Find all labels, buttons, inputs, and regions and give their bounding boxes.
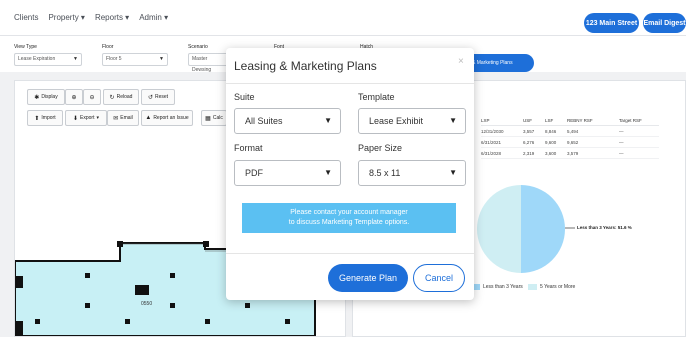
chevron-down-icon: ▼ (159, 56, 164, 62)
info-alert: Please contact your account manager to d… (242, 203, 456, 233)
main-nav: Clients Property ▾ Reports ▾ Admin ▾ (14, 13, 168, 22)
reset-button[interactable]: ↺ Reset (141, 89, 175, 105)
nav-clients[interactable]: Clients (14, 13, 38, 22)
download-icon: ⬇ (73, 115, 79, 122)
format-label: Format (234, 143, 263, 153)
import-button[interactable]: ⬆ Import (27, 110, 63, 126)
zoom-out-icon: ⊖ (89, 94, 95, 101)
reset-icon: ↺ (147, 94, 153, 101)
cancel-button[interactable]: Cancel (413, 264, 465, 292)
zoom-out-button[interactable]: ⊖ (83, 89, 101, 105)
chevron-down-icon: ▼ (449, 168, 457, 177)
close-icon[interactable]: × (458, 56, 464, 67)
chevron-down-icon: ▼ (73, 56, 78, 62)
legend-swatch (528, 284, 537, 290)
info-alert-line: Please contact your account manager (290, 209, 408, 216)
legend-item: Less than 3 Years (471, 284, 523, 290)
upload-icon: ⬆ (34, 115, 40, 122)
nav-admin[interactable]: Admin ▾ (139, 13, 168, 22)
suite-label: 0550 (141, 301, 153, 307)
nav-property[interactable]: Property ▾ (48, 13, 84, 22)
warning-icon: ▲ (145, 115, 152, 121)
view-type-select[interactable]: Lease Expiration ▼ (14, 53, 82, 66)
scenario-select[interactable]: Master Dewsing (188, 53, 228, 73)
floor-label: Floor (102, 44, 114, 50)
top-navbar: Clients Property ▾ Reports ▾ Admin ▾ 123… (0, 0, 686, 36)
reload-icon: ↻ (109, 94, 115, 101)
generate-plan-button[interactable]: Generate Plan (328, 264, 408, 292)
slice-label: Less than 3 Years: 51.6 % (577, 225, 632, 230)
pie-slice-5-years[interactable] (477, 185, 521, 273)
template-label: Template (358, 92, 395, 102)
scenario-label: Scenario (188, 44, 208, 50)
pie-slice-less-3-years[interactable] (521, 185, 565, 273)
dialog-title: Leasing & Marketing Plans (234, 59, 377, 73)
reload-button[interactable]: ↻ Reload (103, 89, 139, 105)
calculator-icon: ▦ (205, 115, 211, 122)
chevron-down-icon: ▼ (449, 116, 457, 125)
leasing-marketing-dialog: Leasing & Marketing Plans × Suite All Su… (226, 48, 474, 300)
email-button[interactable]: ✉ Email (107, 110, 139, 126)
format-select[interactable]: PDF ▼ (234, 160, 341, 186)
floor-select[interactable]: Floor 5 ▼ (102, 53, 168, 66)
suite-label: Suite (234, 92, 255, 102)
nav-reports[interactable]: Reports ▾ (95, 13, 129, 22)
zoom-in-icon: ⊕ (71, 94, 77, 101)
report-issue-button[interactable]: ▲ Report an Issue (141, 110, 193, 126)
legend-item: 5 Years or More (528, 284, 575, 290)
paper-size-select[interactable]: 8.5 x 11 ▼ (358, 160, 466, 186)
gear-icon: ✱ (34, 94, 40, 101)
divider (226, 253, 474, 254)
email-digest-button[interactable]: Email Digest (643, 13, 686, 33)
envelope-icon: ✉ (113, 115, 119, 122)
calc-button[interactable]: ▦ Calc (201, 110, 227, 126)
suite-select[interactable]: All Suites ▼ (234, 108, 341, 134)
chevron-down-icon: ▼ (324, 168, 332, 177)
display-button[interactable]: ✱ Display (27, 89, 65, 105)
paper-size-label: Paper Size (358, 143, 403, 153)
zoom-in-button[interactable]: ⊕ (65, 89, 83, 105)
template-select[interactable]: Lease Exhibit ▼ (358, 108, 466, 134)
divider (226, 83, 474, 84)
view-type-label: View Type (14, 44, 37, 50)
info-alert-line: to discuss Marketing Template options. (288, 219, 410, 226)
export-button[interactable]: ⬇ Export ▾ (65, 110, 107, 126)
property-button[interactable]: 123 Main Street (584, 13, 639, 33)
chevron-down-icon: ▼ (324, 116, 332, 125)
